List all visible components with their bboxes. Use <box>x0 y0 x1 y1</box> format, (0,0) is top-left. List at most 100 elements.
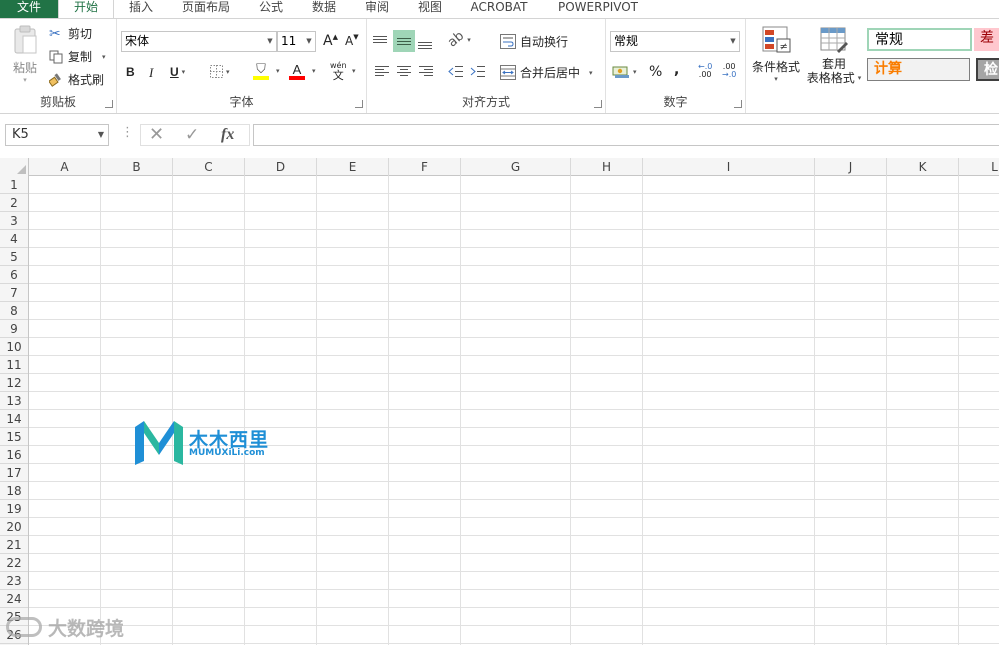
style-calculation-cell[interactable]: 计算 <box>867 58 970 81</box>
column-header-a[interactable]: A <box>29 158 101 176</box>
style-check-cell[interactable]: 检 <box>976 58 999 81</box>
shrink-font-button[interactable]: A ▼ <box>345 33 359 48</box>
row-header-12[interactable]: 12 <box>0 374 28 392</box>
cancel-icon[interactable]: ✕ <box>149 125 164 145</box>
column-header-f[interactable]: F <box>389 158 461 176</box>
select-all-button[interactable] <box>0 158 29 176</box>
column-header-k[interactable]: K <box>887 158 959 176</box>
bold-button[interactable]: B <box>126 65 135 79</box>
borders-button[interactable]: ▾ <box>210 65 230 78</box>
row-header-10[interactable]: 10 <box>0 338 28 356</box>
tab-review[interactable]: 审阅 <box>356 0 398 18</box>
column-header-g[interactable]: G <box>461 158 571 176</box>
row-header-6[interactable]: 6 <box>0 266 28 284</box>
row-header-17[interactable]: 17 <box>0 464 28 482</box>
row-header-1[interactable]: 1 <box>0 176 28 194</box>
column-header-i[interactable]: I <box>643 158 815 176</box>
dialog-launcher-icon[interactable] <box>734 100 742 108</box>
dialog-launcher-icon[interactable] <box>355 100 363 108</box>
row-header-13[interactable]: 13 <box>0 392 28 410</box>
tab-formulas[interactable]: 公式 <box>250 0 292 18</box>
row-header-14[interactable]: 14 <box>0 410 28 428</box>
align-left-button[interactable] <box>374 65 390 78</box>
increase-decimal-button[interactable]: ←.0 .00 <box>698 63 712 79</box>
cut-button[interactable]: ✂ 剪切 <box>49 25 92 42</box>
column-header-b[interactable]: B <box>101 158 173 176</box>
merge-center-button[interactable]: 合并后居中 ▾ <box>500 64 593 81</box>
chevron-down-icon[interactable]: ▾ <box>276 67 280 75</box>
fill-color-button[interactable]: ⛉ <box>253 63 269 80</box>
align-top-button[interactable] <box>372 31 392 53</box>
row-header-24[interactable]: 24 <box>0 590 28 608</box>
align-center-button[interactable] <box>396 65 412 78</box>
column-header-d[interactable]: D <box>245 158 317 176</box>
tab-file[interactable]: 文件 <box>0 0 58 18</box>
worksheet-grid[interactable]: ABCDEFGHIJKL 1 2 3 4 5 6 7 8 9 10 11 12 13 14 15 16 17 18… <box>0 158 999 645</box>
row-header-16[interactable]: 16 <box>0 446 28 464</box>
tab-acrobat[interactable]: ACROBAT <box>466 0 532 18</box>
underline-button[interactable]: U ▾ <box>170 65 185 79</box>
row-header-2[interactable]: 2 <box>0 194 28 212</box>
align-middle-button[interactable] <box>393 30 415 52</box>
dialog-launcher-icon[interactable] <box>594 100 602 108</box>
currency-button[interactable]: ▾ <box>612 65 637 79</box>
number-format-combo[interactable]: 常规 ▼ <box>610 31 740 52</box>
row-header-5[interactable]: 5 <box>0 248 28 266</box>
row-header-11[interactable]: 11 <box>0 356 28 374</box>
tab-powerpivot[interactable]: POWERPIVOT <box>552 0 644 18</box>
grow-font-button[interactable]: A ▲ <box>323 33 338 49</box>
column-header-e[interactable]: E <box>317 158 389 176</box>
comma-button[interactable]: , <box>674 62 679 78</box>
column-header-h[interactable]: H <box>571 158 643 176</box>
row-header-23[interactable]: 23 <box>0 572 28 590</box>
tab-page-layout[interactable]: 页面布局 <box>176 0 236 18</box>
orientation-button[interactable]: ab ▾ <box>445 29 471 51</box>
row-header-21[interactable]: 21 <box>0 536 28 554</box>
conditional-format-button[interactable]: ≠ 条件格式 ▾ <box>750 25 802 83</box>
font-color-button[interactable]: A <box>289 63 305 80</box>
row-header-3[interactable]: 3 <box>0 212 28 230</box>
percent-button[interactable]: % <box>649 64 662 80</box>
tab-data[interactable]: 数据 <box>303 0 345 18</box>
column-header-l[interactable]: L <box>959 158 999 176</box>
formula-bar-grip-icon[interactable]: ⋮ <box>121 125 134 140</box>
align-right-button[interactable] <box>418 65 434 78</box>
row-header-4[interactable]: 4 <box>0 230 28 248</box>
row-header-9[interactable]: 9 <box>0 320 28 338</box>
tab-home[interactable]: 开始 <box>58 0 114 18</box>
column-header-j[interactable]: J <box>815 158 887 176</box>
increase-indent-button[interactable] <box>470 65 486 78</box>
format-painter-button[interactable]: 格式刷 <box>49 71 104 88</box>
font-name-combo[interactable]: 宋体 ▼ <box>121 31 277 52</box>
style-normal-cell[interactable]: 常规 <box>867 28 972 51</box>
row-header-19[interactable]: 19 <box>0 500 28 518</box>
copy-button[interactable]: 复制 ▾ <box>49 48 106 65</box>
decrease-decimal-button[interactable]: .00 →.0 <box>722 63 736 79</box>
tab-view[interactable]: 视图 <box>409 0 451 18</box>
row-header-18[interactable]: 18 <box>0 482 28 500</box>
row-header-8[interactable]: 8 <box>0 302 28 320</box>
dialog-launcher-icon[interactable] <box>105 100 113 108</box>
format-as-table-button[interactable]: 套用 表格格式 ▾ <box>804 25 864 85</box>
insert-function-button[interactable]: fx <box>221 125 234 145</box>
paste-button[interactable]: 粘贴 ▾ <box>8 25 42 91</box>
chevron-down-icon[interactable]: ▾ <box>312 67 316 75</box>
formula-input[interactable] <box>253 124 999 146</box>
wrap-text-button[interactable]: 自动换行 <box>500 33 568 50</box>
row-header-22[interactable]: 22 <box>0 554 28 572</box>
tab-insert[interactable]: 插入 <box>118 0 164 18</box>
row-header-20[interactable]: 20 <box>0 518 28 536</box>
row-header-15[interactable]: 15 <box>0 428 28 446</box>
name-box[interactable]: K5 ▼ <box>5 124 109 146</box>
phonetic-button[interactable]: wén 文 <box>330 61 347 81</box>
font-size-combo[interactable]: 11 ▼ <box>277 31 316 52</box>
italic-button[interactable]: I <box>149 65 153 81</box>
column-header-c[interactable]: C <box>173 158 245 176</box>
cell-area[interactable] <box>29 176 999 645</box>
chevron-down-icon[interactable]: ▾ <box>352 67 356 75</box>
enter-icon[interactable]: ✓ <box>185 125 199 145</box>
decrease-indent-button[interactable] <box>448 65 464 78</box>
row-header-7[interactable]: 7 <box>0 284 28 302</box>
style-bad-cell[interactable]: 差 <box>974 28 999 51</box>
align-bottom-button[interactable] <box>417 31 437 53</box>
